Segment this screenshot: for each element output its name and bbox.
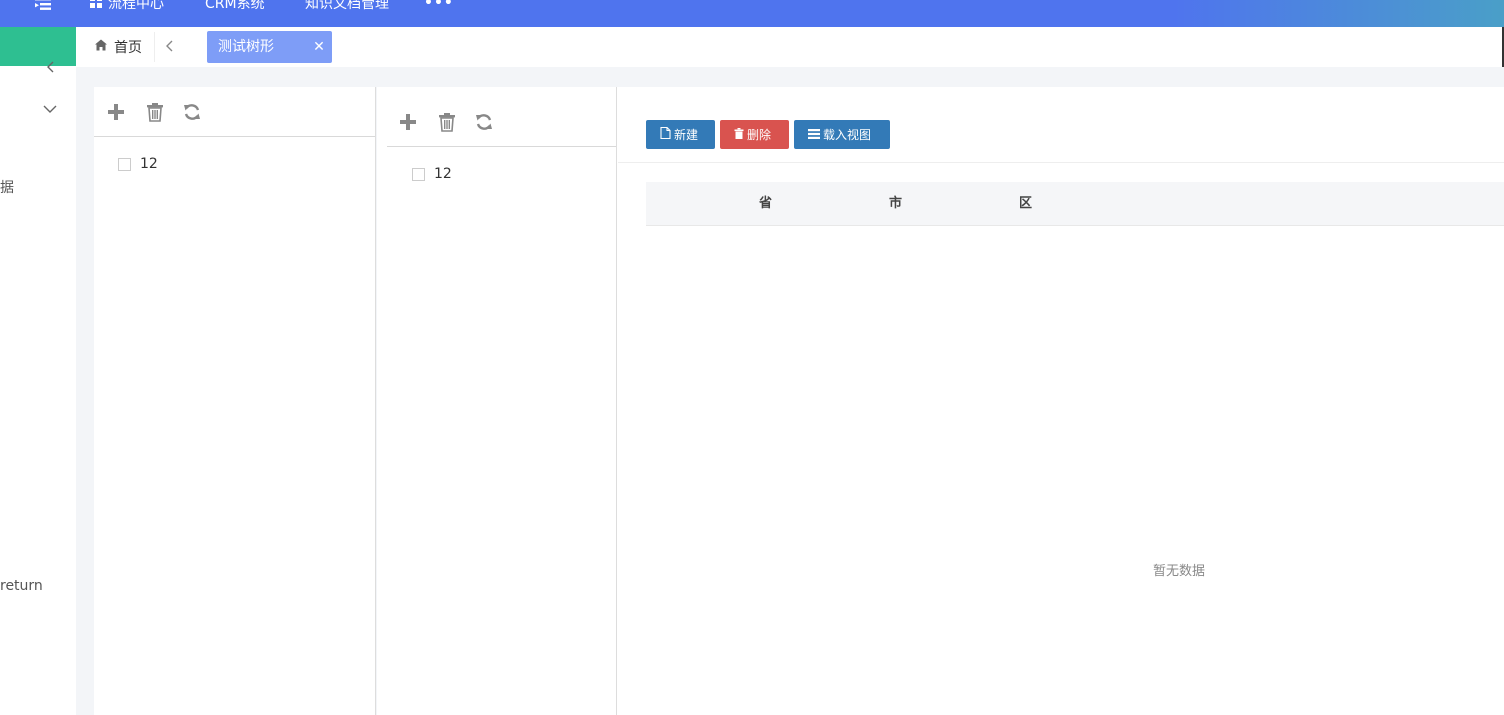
sidebar-item-label[interactable]: return [0,578,43,594]
sidebar-active-item[interactable] [0,27,76,66]
load-view-button[interactable]: 载入视图 [794,120,890,149]
file-icon [660,126,671,142]
nav-crm-label: CRM系统 [205,0,265,12]
refresh-icon[interactable] [474,112,494,132]
more-icon: ••• [424,0,454,11]
delete-button[interactable]: 删除 [720,120,789,149]
column-header-province[interactable]: 省 [759,182,772,226]
column-header-city[interactable]: 市 [889,182,902,226]
tree-node-checkbox[interactable] [412,167,425,181]
tab-scroll-left-icon[interactable] [164,38,176,58]
sidebar-item-label[interactable]: 据 [0,177,14,197]
nav-more-button[interactable]: ••• [424,0,454,13]
add-icon[interactable] [398,112,418,132]
add-icon[interactable] [106,102,126,122]
list-icon [808,128,820,142]
menu-toggle-icon[interactable] [32,0,54,16]
grid-icon [90,0,102,14]
top-navigation-bar: 流程中心 CRM系统 知识文档管理 ••• [0,0,1504,27]
nav-docs-label: 知识文档管理 [305,0,389,12]
tab-home[interactable]: 首页 [94,37,142,57]
empty-state-text: 暂无数据 [1153,564,1206,579]
tab-bar: 首页 测试树形 ✕ [76,27,1504,67]
trash-icon[interactable] [437,112,457,132]
tab-test-tree-label: 测试树形 [218,39,274,55]
tree-panel-2: 12 [387,87,617,715]
tab-home-label: 首页 [114,40,142,56]
load-view-button-label: 载入视图 [823,128,872,142]
tree-panel-1: 12 [94,87,376,715]
tab-test-tree[interactable]: 测试树形 ✕ [207,31,332,63]
sidebar: 据 return [0,27,76,715]
divider [154,32,155,62]
tree-node-label[interactable]: 12 [434,166,452,182]
trash-icon[interactable] [145,102,165,122]
chevron-down-icon[interactable] [42,101,58,120]
tree-node[interactable]: 12 [118,156,158,172]
nav-flow-center-label: 流程中心 [108,0,164,12]
delete-button-label: 删除 [747,128,772,142]
new-button-label: 新建 [674,128,699,142]
chevron-left-icon[interactable] [44,59,58,78]
data-grid-panel: 新建 删除 载入视图 省 市 区 暂无数据 [618,87,1504,715]
tree-node-checkbox[interactable] [118,157,131,171]
home-icon [94,38,108,56]
tree-toolbar [94,87,375,137]
close-icon[interactable]: ✕ [312,31,326,63]
trash-icon [734,127,744,142]
tree-toolbar [387,97,616,147]
refresh-icon[interactable] [182,102,202,122]
nav-crm-system[interactable]: CRM系统 [205,0,265,14]
tree-node[interactable]: 12 [412,166,452,182]
nav-flow-center[interactable]: 流程中心 [90,0,164,14]
tree-panel-2-wrapper: 12 [377,87,618,715]
nav-knowledge-docs[interactable]: 知识文档管理 [305,0,389,14]
grid-toolbar: 新建 删除 载入视图 [618,87,1504,163]
tree-node-label[interactable]: 12 [140,156,158,172]
column-header-district[interactable]: 区 [1019,182,1032,226]
new-button[interactable]: 新建 [646,120,715,149]
table-header: 省 市 区 [646,182,1504,226]
